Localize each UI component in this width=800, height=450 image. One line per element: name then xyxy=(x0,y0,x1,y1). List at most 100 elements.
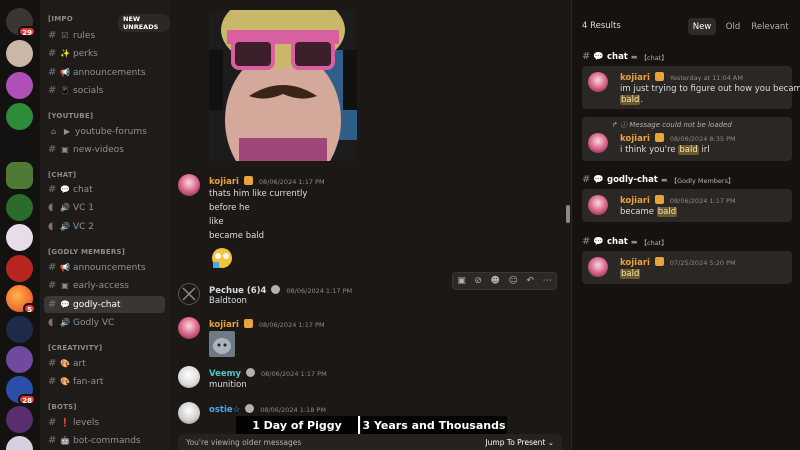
app-icon[interactable]: ▣ xyxy=(457,276,466,286)
server-icon[interactable] xyxy=(6,72,33,99)
message-image-attachment[interactable] xyxy=(209,10,357,161)
channel-announcements-godly[interactable]: # 📢 announcements xyxy=(44,259,165,276)
jump-to-present-button[interactable]: Jump To Present ⌄ xyxy=(485,438,554,447)
message-username[interactable]: ostie☆ 08/06/2024 1:18 PM xyxy=(209,404,326,415)
robot-icon: 🤖 xyxy=(60,436,70,445)
checkbox-icon: ☑ xyxy=(61,31,69,40)
search-result-card[interactable]: ↱ ⓘ Message could not be loaded kojiari … xyxy=(582,117,792,161)
result-channel-header[interactable]: # 💬 chat ▬ 【chat】 xyxy=(582,236,668,247)
tab-new[interactable]: New xyxy=(688,18,716,35)
message-username[interactable]: kojiari 08/06/2024 1:17 PM xyxy=(209,176,325,187)
result-channel-name[interactable]: chat xyxy=(607,237,628,247)
chat-scrollbar-thumb[interactable] xyxy=(566,205,570,223)
username-text[interactable]: Pechue (6)4 xyxy=(209,286,266,296)
result-username[interactable]: kojiari 07/25/2024 5:20 PM xyxy=(620,257,736,268)
reply-arrow-icon: ↱ xyxy=(612,121,618,129)
link-icon[interactable]: ⊘ xyxy=(474,276,482,286)
category-youtube[interactable]: [YOUTUBE] xyxy=(48,112,93,120)
message-username[interactable]: Pechue (6)4 08/06/2024 1:17 PM xyxy=(209,285,352,296)
channel-vc-2[interactable]: ◖ 🔊 VC 2 xyxy=(44,218,165,235)
username-text[interactable]: kojiari xyxy=(620,134,650,144)
channel-bot-commands[interactable]: # 🤖 bot-commands xyxy=(44,432,165,449)
channel-new-videos[interactable]: # ▣ new-videos xyxy=(44,141,165,158)
tab-old[interactable]: Old xyxy=(722,18,744,35)
avatar[interactable] xyxy=(588,195,608,215)
search-results-panel: 4 Results New Old Relevant # 💬 chat ▬ 【c… xyxy=(571,0,800,450)
channel-godly-vc[interactable]: ◖ 🔊 Godly VC xyxy=(44,314,165,331)
sticker-image[interactable] xyxy=(209,244,235,270)
avatar[interactable] xyxy=(178,283,200,305)
server-icon[interactable] xyxy=(6,162,33,189)
username-text[interactable]: kojiari xyxy=(209,177,239,187)
avatar[interactable] xyxy=(178,317,200,339)
avatar[interactable] xyxy=(178,402,200,424)
server-icon[interactable] xyxy=(6,346,33,373)
category-godly-members[interactable]: [GODLY MEMBERS] xyxy=(48,248,125,256)
channel-rules[interactable]: # ☑ rules xyxy=(44,27,165,44)
server-icon[interactable]: 5 xyxy=(6,285,36,314)
server-icon[interactable] xyxy=(6,255,33,282)
username-text[interactable]: kojiari xyxy=(620,73,650,83)
server-icon[interactable] xyxy=(6,436,33,450)
channel-godly-chat[interactable]: # 💬 godly-chat xyxy=(44,296,165,313)
server-icon[interactable] xyxy=(6,224,33,251)
result-username[interactable]: kojiari 08/06/2024 1:17 PM xyxy=(620,195,736,206)
channel-label: Godly VC xyxy=(73,317,115,328)
search-result-card[interactable]: kojiari Yesterday at 11:04 AM im just tr… xyxy=(582,66,800,109)
channel-label: announcements xyxy=(73,262,146,273)
more-icon[interactable]: ⋯ xyxy=(543,276,552,286)
username-text[interactable]: kojiari xyxy=(209,320,239,330)
search-result-card[interactable]: kojiari 07/25/2024 5:20 PM bald xyxy=(582,251,792,284)
hash-icon: # xyxy=(48,376,57,387)
result-username[interactable]: kojiari 08/06/2024 8:35 PM xyxy=(620,133,736,144)
avatar[interactable] xyxy=(178,174,200,196)
add-reaction-icon[interactable]: ☻ xyxy=(491,276,500,286)
reply-icon[interactable]: ↶ xyxy=(527,276,535,286)
channel-socials[interactable]: # 📱 socials xyxy=(44,82,165,99)
result-channel-header[interactable]: # 💬 godly-chat ▬ 【Godly Members】 xyxy=(582,174,734,185)
avatar[interactable] xyxy=(588,72,608,92)
hash-icon: # xyxy=(48,48,57,59)
username-text[interactable]: Veemy xyxy=(209,369,241,379)
username-text[interactable]: kojiari xyxy=(620,258,650,268)
channel-vc-1[interactable]: ◖ 🔊 VC 1 xyxy=(44,199,165,216)
hash-icon: # xyxy=(48,67,57,78)
channel-fan-art[interactable]: # 🎨 fan-art xyxy=(44,373,165,390)
server-icon[interactable] xyxy=(6,406,33,433)
channel-youtube-forums[interactable]: ⌂ ▶ youtube-forums xyxy=(44,123,165,140)
channel-early-access[interactable]: # ▣ early-access xyxy=(44,277,165,294)
server-icon[interactable] xyxy=(6,103,33,130)
channel-label: rules xyxy=(73,30,96,41)
avatar[interactable] xyxy=(178,366,200,388)
username-text[interactable]: ostie☆ xyxy=(209,405,240,415)
emoji-icon[interactable]: ☺ xyxy=(509,276,518,286)
tab-relevant[interactable]: Relevant xyxy=(750,18,790,35)
server-icon[interactable] xyxy=(6,194,33,221)
result-channel-name[interactable]: chat xyxy=(607,52,628,62)
username-text[interactable]: kojiari xyxy=(620,196,650,206)
channel-levels[interactable]: # ❗ levels xyxy=(44,414,165,431)
avatar[interactable] xyxy=(588,133,608,153)
avatar[interactable] xyxy=(588,257,608,277)
jump-label[interactable]: Jump To Present xyxy=(485,438,545,447)
category-creativity[interactable]: [CREATIVITY] xyxy=(48,344,102,352)
home-button[interactable]: 29 xyxy=(6,8,36,37)
message-username[interactable]: Veemy 08/06/2024 1:17 PM xyxy=(209,368,327,379)
result-username[interactable]: kojiari Yesterday at 11:04 AM xyxy=(620,72,743,83)
category-bots[interactable]: [BOTS] xyxy=(48,403,77,411)
server-icon[interactable] xyxy=(6,40,33,67)
category-important[interactable]: [IMPO xyxy=(48,15,73,23)
result-channel-header[interactable]: # 💬 chat ▬ 【chat】 xyxy=(582,51,668,62)
search-result-card[interactable]: kojiari 08/06/2024 1:17 PM became bald xyxy=(582,189,792,222)
channel-chat[interactable]: # 💬 chat xyxy=(44,181,165,198)
result-channel-name[interactable]: godly-chat xyxy=(607,175,658,185)
channel-announcements[interactable]: # 📢 announcements xyxy=(44,64,165,81)
server-icon[interactable]: 28 xyxy=(6,376,36,405)
phone-icon: 📱 xyxy=(60,86,70,95)
category-chat[interactable]: [CHAT] xyxy=(48,171,76,179)
image-attachment[interactable] xyxy=(209,331,235,357)
channel-art[interactable]: # 🎨 art xyxy=(44,355,165,372)
server-icon[interactable] xyxy=(6,316,33,343)
message-username[interactable]: kojiari 08/06/2024 1:17 PM xyxy=(209,319,325,330)
channel-perks[interactable]: # ✨ perks xyxy=(44,45,165,62)
